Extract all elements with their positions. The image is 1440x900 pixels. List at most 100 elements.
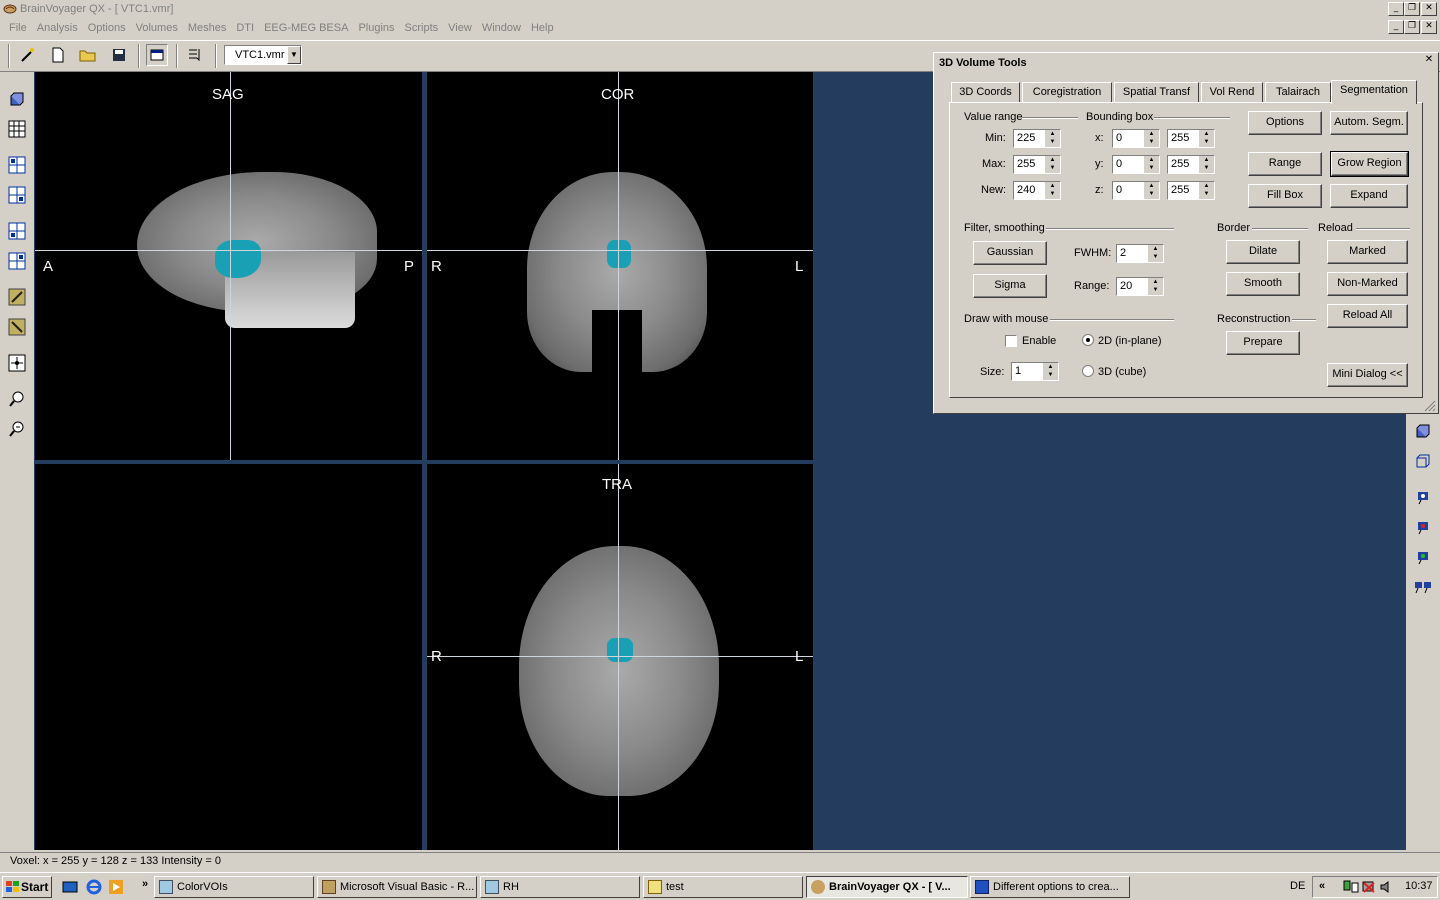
spin-arrows-icon[interactable]: ▲ ▼ <box>1143 130 1159 147</box>
camera-green-icon[interactable] <box>1412 546 1434 568</box>
autom-segm-button[interactable]: Autom. Segm. <box>1330 111 1408 135</box>
cube-view-icon[interactable] <box>1412 420 1434 442</box>
menu-dti[interactable]: DTI <box>231 22 259 34</box>
doc-minimize-icon[interactable]: _ <box>1388 20 1404 34</box>
task-colorvois[interactable]: ColorVOIs <box>154 876 314 898</box>
menu-help[interactable]: Help <box>526 22 559 34</box>
gaussian-button[interactable]: Gaussian <box>973 241 1047 265</box>
task-word-document[interactable]: Different options to crea... <box>970 876 1130 898</box>
bbox-z-min-spinbox[interactable]: 0 ▲ ▼ <box>1112 181 1160 200</box>
spin-arrows-icon[interactable]: ▲ ▼ <box>1044 182 1060 199</box>
spin-arrows-icon[interactable]: ▲ ▼ <box>1042 363 1058 380</box>
doc-close-icon[interactable]: ✕ <box>1421 20 1437 34</box>
spin-arrows-icon[interactable]: ▲ ▼ <box>1198 182 1214 199</box>
brainvoyager-app-icon[interactable] <box>3 3 17 15</box>
chevron-down-icon[interactable]: ▼ <box>287 46 301 64</box>
mode-3d-radio[interactable] <box>1082 365 1094 377</box>
spin-arrows-icon[interactable]: ▲ ▼ <box>1147 245 1163 262</box>
grid-blue-3-icon[interactable] <box>6 220 28 242</box>
grid-blue-icon[interactable] <box>6 154 28 176</box>
wand-icon[interactable] <box>16 44 38 66</box>
resize-grip-icon[interactable] <box>1424 400 1436 412</box>
volume-icon[interactable] <box>1379 880 1393 894</box>
menu-window[interactable]: Window <box>477 22 526 34</box>
close-icon[interactable]: ✕ <box>1421 2 1437 16</box>
menu-eeg-meg-besa[interactable]: EEG-MEG BESA <box>259 22 353 34</box>
doc-restore-icon[interactable]: ❐ <box>1404 20 1420 34</box>
prepare-button[interactable]: Prepare <box>1226 331 1300 355</box>
tab-talairach[interactable]: Talairach <box>1265 82 1331 102</box>
pencil-draw-icon[interactable] <box>6 286 28 308</box>
camera-multi-icon[interactable] <box>1412 576 1434 598</box>
start-button[interactable]: Start <box>2 876 52 898</box>
media-player-icon[interactable] <box>108 879 124 895</box>
sort-list-icon[interactable] <box>183 44 205 66</box>
minimize-icon[interactable]: _ <box>1388 2 1404 16</box>
spin-arrows-icon[interactable]: ▲ ▼ <box>1198 130 1214 147</box>
menu-view[interactable]: View <box>443 22 477 34</box>
menu-volumes[interactable]: Volumes <box>131 22 183 34</box>
bbox-z-max-spinbox[interactable]: 255 ▲ ▼ <box>1167 181 1215 200</box>
transverse-view[interactable]: TRA R L <box>427 464 813 850</box>
tab-3d-coords[interactable]: 3D Coords <box>951 82 1020 102</box>
menu-meshes[interactable]: Meshes <box>183 22 232 34</box>
mode-2d-radio[interactable] <box>1082 334 1094 346</box>
save-icon[interactable] <box>108 44 130 66</box>
new-spinbox[interactable]: 240 ▲ ▼ <box>1013 181 1061 200</box>
menu-file[interactable]: File <box>4 22 32 34</box>
new-file-icon[interactable] <box>47 44 69 66</box>
menu-analysis[interactable]: Analysis <box>32 22 83 34</box>
grid-icon[interactable] <box>6 118 28 140</box>
tray-expand-icon[interactable]: « <box>1319 880 1325 892</box>
pencil-draw-2-icon[interactable] <box>6 316 28 338</box>
coronal-view[interactable]: COR R L <box>427 72 813 460</box>
sagittal-view[interactable]: SAG A P <box>35 72 422 460</box>
reload-all-button[interactable]: Reload All <box>1327 304 1408 328</box>
tab-spatial-transf[interactable]: Spatial Transf <box>1114 82 1199 102</box>
internet-explorer-icon[interactable] <box>86 879 102 895</box>
task-brainvoyager[interactable]: BrainVoyager QX - [ V... <box>806 876 968 898</box>
bbox-y-max-spinbox[interactable]: 255 ▲ ▼ <box>1167 155 1215 174</box>
spin-arrows-icon[interactable]: ▲ ▼ <box>1044 130 1060 147</box>
menu-plugins[interactable]: Plugins <box>353 22 399 34</box>
dialog-close-icon[interactable]: ✕ <box>1422 55 1436 67</box>
enable-checkbox[interactable] <box>1005 335 1017 347</box>
mini-dialog-button[interactable]: Mini Dialog << <box>1327 363 1408 387</box>
language-indicator[interactable]: DE <box>1290 880 1305 892</box>
crosshair-icon[interactable] <box>6 352 28 374</box>
max-spinbox[interactable]: 255 ▲ ▼ <box>1013 155 1061 174</box>
task-visual-basic[interactable]: Microsoft Visual Basic - R... <box>317 876 477 898</box>
range-button[interactable]: Range <box>1248 152 1322 176</box>
network-disconnected-icon[interactable] <box>1361 880 1377 894</box>
expand-button[interactable]: Expand <box>1330 184 1408 208</box>
tab-coregistration[interactable]: Coregistration <box>1022 82 1112 102</box>
file-select-combo[interactable]: VTC1.vmr ▼ <box>224 45 302 65</box>
network-icon[interactable] <box>1343 880 1359 894</box>
marked-button[interactable]: Marked <box>1327 240 1408 264</box>
camera-icon[interactable] <box>1412 486 1434 508</box>
show-desktop-icon[interactable] <box>62 880 78 894</box>
sigma-button[interactable]: Sigma <box>973 274 1047 298</box>
fwhm-spinbox[interactable]: 2 ▲ ▼ <box>1116 244 1164 263</box>
smooth-button[interactable]: Smooth <box>1226 272 1300 296</box>
clock[interactable]: 10:37 <box>1405 880 1433 892</box>
bbox-y-min-spinbox[interactable]: 0 ▲ ▼ <box>1112 155 1160 174</box>
empty-view[interactable] <box>35 464 422 850</box>
filter-range-spinbox[interactable]: 20 ▲ ▼ <box>1116 277 1164 296</box>
bbox-x-min-spinbox[interactable]: 0 ▲ ▼ <box>1112 129 1160 148</box>
quicklaunch-more-icon[interactable]: » <box>142 878 148 890</box>
menu-options[interactable]: Options <box>83 22 131 34</box>
min-spinbox[interactable]: 225 ▲ ▼ <box>1013 129 1061 148</box>
size-spinbox[interactable]: 1 ▲ ▼ <box>1011 362 1059 381</box>
tab-segmentation[interactable]: Segmentation <box>1331 80 1417 104</box>
non-marked-button[interactable]: Non-Marked <box>1327 272 1408 296</box>
tab-vol-rend[interactable]: Vol Rend <box>1201 82 1263 102</box>
spin-arrows-icon[interactable]: ▲ ▼ <box>1198 156 1214 173</box>
spin-arrows-icon[interactable]: ▲ ▼ <box>1143 182 1159 199</box>
grid-blue-4-icon[interactable] <box>6 250 28 272</box>
task-test[interactable]: test <box>643 876 803 898</box>
menu-scripts[interactable]: Scripts <box>400 22 444 34</box>
bbox-x-max-spinbox[interactable]: 255 ▲ ▼ <box>1167 129 1215 148</box>
grow-region-button[interactable]: Grow Region <box>1330 151 1409 177</box>
options-button[interactable]: Options <box>1248 111 1322 135</box>
